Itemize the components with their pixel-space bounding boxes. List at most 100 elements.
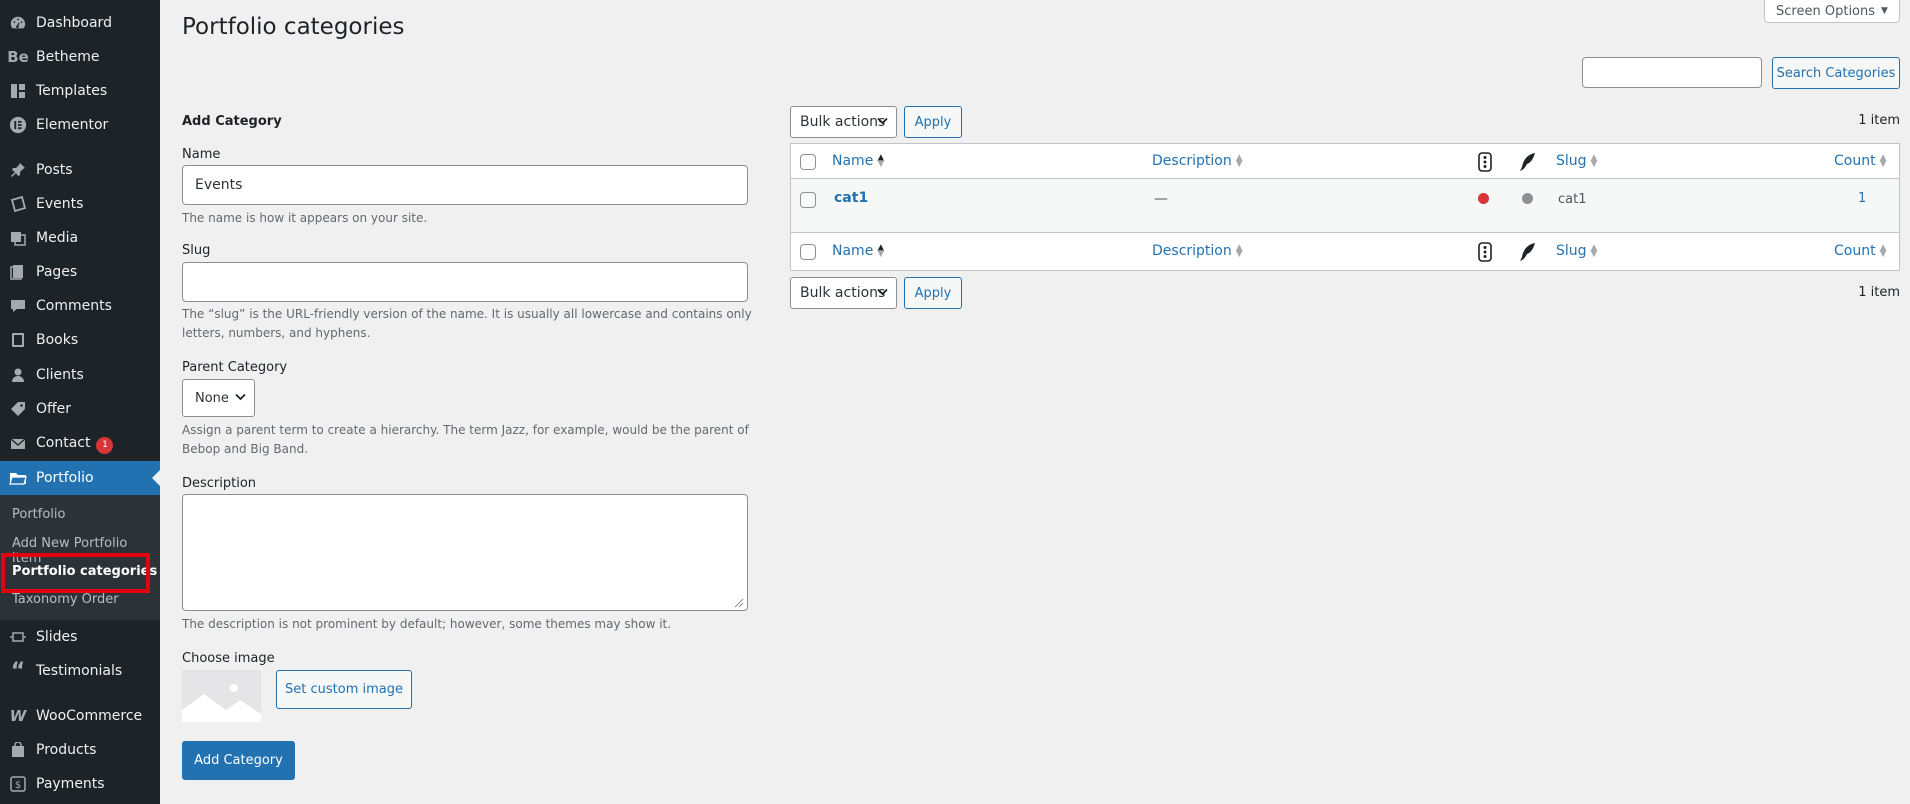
column-header-slug[interactable]: Slug ▲ ▼ — [1556, 153, 1597, 169]
traffic-light-icon[interactable] — [1478, 152, 1492, 176]
column-label: Count — [1834, 153, 1876, 169]
search-input[interactable] — [1582, 57, 1762, 88]
column-footer-description[interactable]: Description ▲ ▼ — [1152, 243, 1243, 259]
row-name-link[interactable]: cat1 — [834, 190, 868, 206]
row-checkbox[interactable] — [800, 192, 816, 208]
sidebar-item-slides[interactable]: Slides — [0, 620, 160, 654]
sort-icon: ▲ ▼ — [1879, 153, 1887, 169]
bulk-actions-select-top[interactable]: Bulk actions — [790, 106, 897, 138]
column-header-count[interactable]: Count ▲ ▼ — [1834, 153, 1887, 169]
slug-input[interactable] — [182, 262, 748, 302]
traffic-light-icon[interactable] — [1478, 242, 1492, 266]
events-icon — [0, 196, 36, 212]
add-category-button[interactable]: Add Category — [182, 741, 295, 780]
apply-button-top[interactable]: Apply — [904, 106, 962, 138]
sidebar-item-label: Comments — [36, 298, 112, 314]
sidebar-item-products[interactable]: Products — [0, 733, 160, 767]
column-label: Count — [1834, 243, 1876, 259]
feather-icon[interactable] — [1519, 242, 1537, 266]
sidebar-item-contact[interactable]: Contact 1 — [0, 427, 160, 461]
parent-description-line1: Assign a parent term to create a hierarc… — [182, 423, 749, 437]
column-footer-count[interactable]: Count ▲ ▼ — [1834, 243, 1887, 259]
column-footer-slug[interactable]: Slug ▲ ▼ — [1556, 243, 1597, 259]
quote-icon: “ — [10, 658, 26, 684]
sidebar-item-label: Contact 1 — [36, 435, 160, 454]
clients-icon — [0, 367, 36, 383]
sidebar-item-offer[interactable]: Offer — [0, 392, 160, 426]
sidebar-item-betheme[interactable]: Be Betheme — [0, 40, 160, 74]
betheme-icon: Be — [7, 48, 29, 66]
description-help: The description is not prominent by defa… — [182, 617, 672, 631]
parent-category-select[interactable]: None — [182, 379, 255, 417]
page-title: Portfolio categories — [182, 14, 405, 40]
sidebar-item-events[interactable]: Events — [0, 187, 160, 221]
table-row — [791, 179, 1899, 232]
dashboard-icon — [0, 14, 36, 32]
status-gray-dot-icon — [1522, 193, 1533, 204]
sidebar-item-templates[interactable]: Templates — [0, 74, 160, 108]
set-custom-image-button[interactable]: Set custom image — [276, 670, 412, 709]
sidebar-item-comments[interactable]: Comments — [0, 289, 160, 323]
sidebar-item-label: Posts — [36, 162, 73, 178]
column-header-description[interactable]: Description ▲ ▼ — [1152, 153, 1243, 169]
sidebar-item-books[interactable]: Books — [0, 323, 160, 357]
sidebar-item-elementor[interactable]: Elementor — [0, 108, 160, 142]
media-icon — [0, 230, 36, 246]
sidebar-item-testimonials[interactable]: “ Testimonials — [0, 654, 160, 688]
sort-icon: ▲ ▼ — [877, 153, 885, 169]
sidebar-item-portfolio[interactable]: Portfolio — [0, 461, 160, 495]
sidebar-item-pages[interactable]: Pages — [0, 255, 160, 289]
column-label: Slug — [1556, 243, 1587, 259]
sidebar-item-label: Offer — [36, 401, 72, 417]
sidebar-item-media[interactable]: Media — [0, 221, 160, 255]
sidebar-item-payments[interactable]: $ Payments — [0, 767, 160, 801]
sidebar-item-label: Payments — [36, 776, 105, 792]
column-label: Name — [832, 153, 874, 169]
search-categories-button[interactable]: Search Categories — [1772, 57, 1900, 89]
select-all-checkbox[interactable] — [800, 154, 816, 170]
row-slug: cat1 — [1558, 192, 1587, 207]
sidebar-item-label: Slides — [36, 629, 78, 645]
elementor-icon — [0, 116, 36, 134]
submenu-item-taxonomy-order[interactable]: Taxonomy Order — [12, 592, 119, 607]
name-input[interactable]: Events — [182, 165, 748, 205]
sidebar-item-label: Media — [36, 230, 79, 246]
choose-image-label: Choose image — [182, 651, 275, 666]
parent-category-label: Parent Category — [182, 360, 288, 375]
chevron-down-icon — [235, 393, 246, 404]
highlight-box — [1, 553, 150, 593]
parent-description-line2: Bebop and Big Band. — [182, 442, 309, 456]
description-textarea[interactable] — [182, 494, 748, 611]
sidebar-item-label: Templates — [36, 83, 108, 99]
sidebar-item-label: Events — [36, 196, 84, 212]
folder-icon — [0, 470, 36, 486]
books-icon — [0, 332, 36, 348]
bulk-actions-value: Bulk actions — [800, 114, 886, 130]
sidebar-item-woocommerce[interactable]: W WooCommerce — [0, 699, 160, 733]
screen-options-button[interactable]: Screen Options ▼ — [1764, 0, 1900, 23]
sidebar-item-label: WooCommerce — [36, 708, 143, 724]
submenu-item-portfolio[interactable]: Portfolio — [12, 507, 65, 522]
sort-icon: ▲ ▼ — [1235, 243, 1243, 259]
sidebar-item-clients[interactable]: Clients — [0, 358, 160, 392]
image-placeholder-icon — [182, 670, 261, 722]
sort-icon: ▲ ▼ — [1879, 243, 1887, 259]
resize-handle-icon[interactable] — [734, 597, 744, 608]
sidebar-item-posts[interactable]: Posts — [0, 153, 160, 187]
notification-badge: 1 — [96, 436, 114, 454]
sidebar-item-label: Clients — [36, 367, 84, 383]
screen-options-label: Screen Options — [1776, 3, 1876, 19]
column-label: Name — [832, 243, 874, 259]
select-all-checkbox-bottom[interactable] — [800, 244, 816, 260]
column-header-name[interactable]: Name ▲ ▼ — [832, 153, 884, 169]
sort-icon: ▲ ▼ — [877, 243, 885, 259]
feather-icon[interactable] — [1519, 152, 1537, 176]
bulk-actions-select-bottom[interactable]: Bulk actions — [790, 277, 897, 309]
sidebar-item-dashboard[interactable]: Dashboard — [0, 6, 160, 40]
column-footer-name[interactable]: Name ▲ ▼ — [832, 243, 884, 259]
chevron-down-icon — [877, 117, 888, 128]
row-count-link[interactable]: 1 — [1858, 191, 1866, 206]
apply-button-bottom[interactable]: Apply — [904, 277, 962, 309]
woocommerce-icon: W — [9, 707, 27, 725]
sidebar-item-label: Dashboard — [36, 15, 112, 31]
